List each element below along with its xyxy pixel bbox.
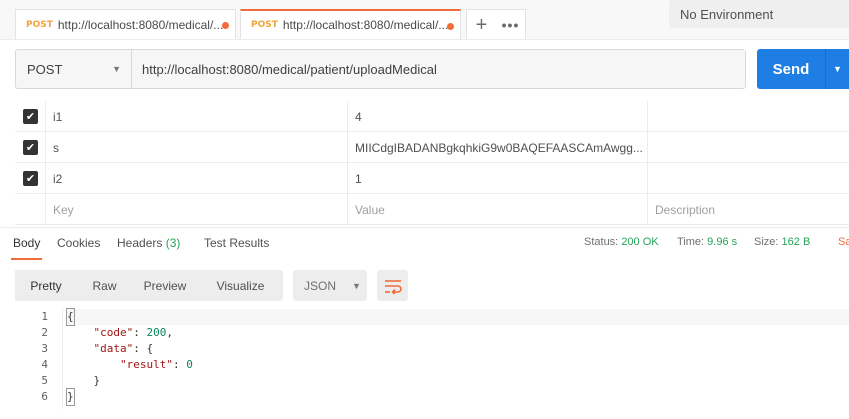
view-pretty[interactable]: Pretty <box>15 270 77 301</box>
line-gutter: 1 2 3 4 5 6 <box>15 309 65 405</box>
save-response-button[interactable]: Sa <box>838 236 849 248</box>
table-row: ✔ s MIICdgIBADANBgkqhkiG9w0BAQEFAASCAmAw… <box>15 132 849 163</box>
param-description[interactable] <box>647 163 849 194</box>
time-info: Time: 9.96 s <box>677 236 737 248</box>
params-table: ✔ i1 4 ✔ s MIICdgIBADANBgkqhkiG9w0BAQEFA… <box>15 101 849 225</box>
request-tab-2[interactable]: POST http://localhost:8080/medical/... <box>240 9 461 39</box>
send-label: Send <box>772 60 810 78</box>
tab-headers[interactable]: Headers (3) <box>117 236 180 250</box>
plus-icon[interactable]: + <box>467 15 496 35</box>
key-placeholder[interactable]: Key <box>45 194 347 225</box>
param-key[interactable]: i2 <box>45 163 347 194</box>
table-row: ✔ i1 4 <box>15 101 849 132</box>
wrap-lines-button[interactable] <box>377 270 408 301</box>
line-number: 5 <box>41 374 48 387</box>
method-select[interactable]: POST ▼ <box>16 50 132 88</box>
param-description[interactable] <box>647 101 849 132</box>
status-info: Status: 200 OK <box>584 236 659 248</box>
format-select[interactable]: JSON ▼ <box>293 270 367 301</box>
gutter-divider <box>62 309 63 409</box>
tab-test-results[interactable]: Test Results <box>204 236 269 250</box>
json-key: "data" <box>93 342 134 355</box>
wrap-icon <box>384 279 402 294</box>
json-brace: { <box>66 308 75 326</box>
response-body-viewer[interactable]: 1 2 3 4 5 6 { "code": 200, "data": { "re… <box>15 308 849 409</box>
environment-select[interactable]: No Environment <box>669 0 849 28</box>
size-info: Size: 162 B <box>754 236 810 248</box>
tab-headers-label: Headers <box>117 236 163 250</box>
line-number: 3 <box>41 342 48 355</box>
send-button[interactable]: Send ▼ <box>757 49 849 89</box>
code-line: "data": { <box>93 342 154 355</box>
description-placeholder[interactable]: Description <box>647 194 849 225</box>
param-key[interactable]: i1 <box>45 101 347 132</box>
table-row-placeholder: Key Value Description <box>15 194 849 225</box>
url-input[interactable]: http://localhost:8080/medical/patient/up… <box>132 50 745 88</box>
param-key[interactable]: s <box>45 132 347 163</box>
code-lines: { "code": 200, "data": { "result": 0 } } <box>66 308 849 406</box>
code-line: } <box>67 373 849 389</box>
tab-url: http://localhost:8080/medical/... <box>282 18 449 32</box>
tab-method: POST <box>26 19 53 30</box>
request-bar: POST ▼ http://localhost:8080/medical/pat… <box>15 49 746 89</box>
json-key: "result" <box>119 358 173 371</box>
checkbox[interactable]: ✔ <box>23 171 38 186</box>
code-line: "code": 200, <box>93 326 174 339</box>
tab-bar: POST http://localhost:8080/medical/... P… <box>0 0 849 40</box>
param-description[interactable] <box>647 132 849 163</box>
headers-count: (3) <box>165 236 181 250</box>
tab-url: http://localhost:8080/medical/... <box>57 17 224 32</box>
param-value[interactable]: 1 <box>347 163 647 194</box>
code-line: } <box>66 388 849 406</box>
chevron-down-icon[interactable]: ▼ <box>826 64 849 74</box>
code-line: "result": 0 <box>119 358 193 371</box>
more-icon[interactable]: ••• <box>496 17 525 33</box>
checkbox[interactable]: ✔ <box>23 140 38 155</box>
unsaved-dot-icon <box>222 22 229 29</box>
tab-cookies[interactable]: Cookies <box>57 236 100 250</box>
param-value[interactable]: MIICdgIBADANBgkqhkiG9w0BAQEFAASCAmAwgg..… <box>347 132 647 163</box>
checkbox[interactable]: ✔ <box>23 109 38 124</box>
json-key: "code" <box>93 326 134 339</box>
chevron-down-icon: ▼ <box>112 64 121 74</box>
chevron-down-icon: ▼ <box>352 280 361 291</box>
line-number: 6 <box>41 390 48 403</box>
checkbox-cell: ✔ <box>15 163 45 194</box>
size-value: 162 B <box>781 236 811 248</box>
request-tab-1[interactable]: POST http://localhost:8080/medical/... <box>15 9 236 39</box>
time-value: 9.96 s <box>707 236 738 248</box>
checkbox-cell: ✔ <box>15 101 45 132</box>
table-row: ✔ i2 1 <box>15 163 849 194</box>
view-visualize[interactable]: Visualize <box>198 270 283 301</box>
checkbox-cell <box>15 194 45 225</box>
time-label: Time: <box>677 236 705 248</box>
view-mode-group: Pretty Raw Preview Visualize <box>15 270 283 301</box>
line-number: 2 <box>41 326 48 339</box>
view-raw[interactable]: Raw <box>77 270 132 301</box>
json-brace: } <box>93 374 101 387</box>
line-number: 4 <box>41 358 48 371</box>
checkbox-cell: ✔ <box>15 132 45 163</box>
tab-actions: + ••• <box>466 9 526 39</box>
code-line: { <box>66 308 849 326</box>
line-number: 1 <box>41 310 48 323</box>
unsaved-dot-icon <box>447 23 454 30</box>
method-label: POST <box>27 61 63 77</box>
value-placeholder[interactable]: Value <box>347 194 647 225</box>
json-brace: } <box>66 388 75 406</box>
tab-method: POST <box>251 20 278 30</box>
status-label: Status: <box>584 236 619 248</box>
json-number: 0 <box>186 358 193 371</box>
tab-body[interactable]: Body <box>10 236 43 260</box>
status-value: 200 OK <box>621 236 659 248</box>
json-number: 200 <box>146 326 167 339</box>
param-value[interactable]: 4 <box>347 101 647 132</box>
size-label: Size: <box>754 236 779 248</box>
view-preview[interactable]: Preview <box>132 270 198 301</box>
format-label: JSON <box>304 278 337 293</box>
